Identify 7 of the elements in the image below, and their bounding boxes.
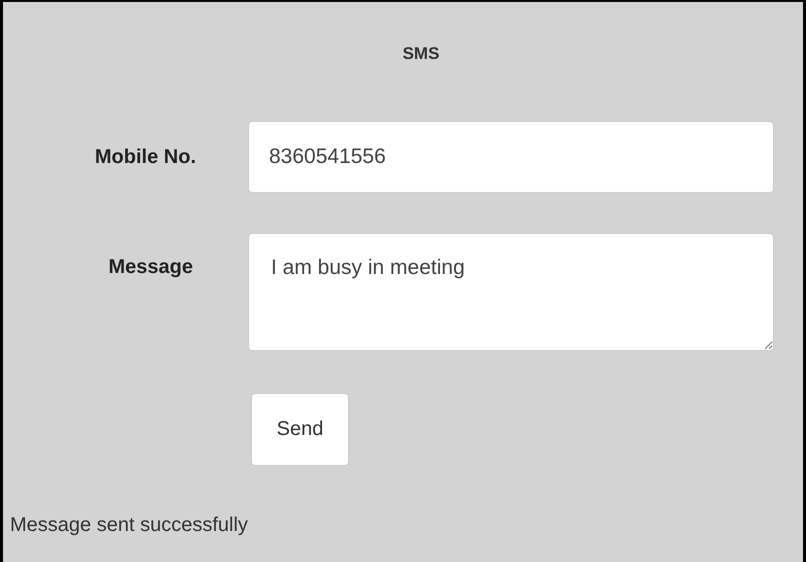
field-label: Message (108, 255, 193, 279)
message-field[interactable]: I am busy in meeting (248, 233, 774, 351)
field-label: Mobile No. (94, 145, 196, 169)
mobile-number-field[interactable]: 8360541556 (248, 121, 774, 193)
status-message: Message sent successfully (9, 514, 249, 537)
send-button[interactable]: Send (251, 393, 349, 466)
form-title: SMS (402, 44, 440, 65)
